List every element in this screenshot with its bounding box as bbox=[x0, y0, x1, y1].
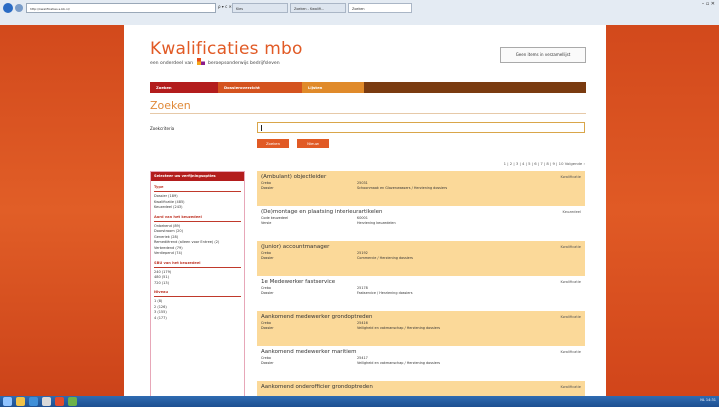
nav-lijsten[interactable]: Lijsten bbox=[302, 82, 364, 93]
filter-option[interactable]: 4 (177) bbox=[154, 316, 241, 322]
result-type: Kwalificatie bbox=[560, 245, 581, 249]
divider bbox=[150, 113, 586, 114]
criteria-label: Zoekcriteria bbox=[150, 126, 175, 131]
filter-section-title: Aard van het keuzedeel bbox=[154, 215, 241, 222]
result-title[interactable]: (Ambulant) objectleider bbox=[261, 173, 581, 181]
sbb-logo-icon bbox=[196, 58, 205, 65]
result-key: Dossier bbox=[261, 326, 274, 330]
result-type: Kwalificatie bbox=[560, 385, 581, 389]
result-type: Keuzedeel bbox=[562, 210, 581, 214]
result-row: Dossier Veiligheid en vakmanschap / Herzi… bbox=[261, 326, 581, 331]
app-icon[interactable] bbox=[42, 397, 51, 406]
text-caret bbox=[261, 125, 262, 131]
filter-option[interactable]: Keuzedeel (243) bbox=[154, 205, 241, 211]
subtitle-suffix: beroepsonderwijs bedrijfsleven bbox=[207, 61, 280, 66]
result-item[interactable]: (Ambulant) objectleider Kwalificatie Cre… bbox=[257, 171, 585, 206]
window-controls[interactable]: – ▫ ✕ bbox=[702, 1, 715, 7]
subtitle-prefix: een onderdeel van bbox=[150, 61, 194, 66]
filter-option[interactable]: Verdiepend (74) bbox=[154, 251, 241, 257]
start-button-icon[interactable] bbox=[3, 397, 12, 406]
result-title[interactable]: (De)montage en plaatsing interieurartike… bbox=[261, 208, 581, 216]
result-item[interactable]: (De)montage en plaatsing interieurartike… bbox=[257, 206, 585, 241]
result-key: Dossier bbox=[261, 361, 274, 365]
main-nav: Zoeken Dossieroverzicht Lijsten bbox=[150, 82, 586, 93]
system-clock[interactable]: NL 14:31 bbox=[700, 398, 716, 402]
background-right bbox=[606, 25, 719, 396]
pagination[interactable]: 1 | 2 | 3 | 4 | 5 | 6 | 7 | 8 | 9 | 10 V… bbox=[424, 161, 585, 166]
filter-section-title: SBU van het keuzedeel bbox=[154, 261, 241, 268]
filter-heading: Selecteer uw verfijningsopties bbox=[151, 172, 244, 181]
filter-option[interactable]: 720 (13) bbox=[154, 281, 241, 287]
address-controls[interactable]: ρ ▾ c ✕ bbox=[218, 4, 232, 9]
result-item[interactable]: Aankomend medewerker maritiem Kwalificat… bbox=[257, 346, 585, 381]
results-list: (Ambulant) objectleider Kwalificatie Cre… bbox=[257, 171, 585, 396]
result-item[interactable]: 1e Medewerker fastservice Kwalificatie C… bbox=[257, 276, 585, 311]
taskbar: NL 14:31 bbox=[0, 396, 719, 407]
result-value: Commercie / Herziening dossiers bbox=[357, 256, 413, 260]
filter-section-title: Type bbox=[154, 185, 241, 192]
page: Kwalificaties mbo een onderdeel van bero… bbox=[124, 25, 606, 396]
filter-section-type: Type Dossier (189) Kwalificatie (485) Ke… bbox=[154, 185, 241, 211]
result-row: Dossier Schoonmaak en Glazenwassers / Her… bbox=[261, 186, 581, 191]
search-input[interactable] bbox=[257, 122, 585, 133]
result-value: Veiligheid en vakmanschap / Herziening d… bbox=[357, 326, 440, 330]
result-value: Herziening keuzedelen bbox=[357, 221, 396, 225]
result-row: Dossier Veiligheid en vakmanschap / Herzi… bbox=[261, 361, 581, 366]
forward-icon[interactable] bbox=[15, 4, 23, 12]
result-type: Kwalificatie bbox=[560, 350, 581, 354]
app-icon[interactable] bbox=[68, 397, 77, 406]
result-value: Veiligheid en vakmanschap / Herziening d… bbox=[357, 361, 440, 365]
filter-section-title: Niveau bbox=[154, 290, 241, 297]
result-key: Versie bbox=[261, 221, 272, 225]
result-row: Dossier Fastservice / Herziening dossiers bbox=[261, 291, 581, 296]
site-title[interactable]: Kwalificaties mbo bbox=[150, 39, 303, 59]
app-icon[interactable] bbox=[55, 397, 64, 406]
browser-tab[interactable]: Zoeken - Kwalifi... bbox=[290, 3, 346, 13]
result-item[interactable]: Aankomend onderofficier grondoptreden Kw… bbox=[257, 381, 585, 396]
site-subtitle: een onderdeel van beroepsonderwijs bedri… bbox=[150, 58, 280, 66]
browser-toolbar: http://kwalificaties.s-bb.nl/ ρ ▾ c ✕ Ki… bbox=[0, 0, 719, 26]
result-key: Dossier bbox=[261, 256, 274, 260]
address-bar[interactable]: http://kwalificaties.s-bb.nl/ bbox=[26, 3, 216, 13]
explorer-icon[interactable] bbox=[16, 397, 25, 406]
filter-section-aard: Aard van het keuzedeel Onbekend (89) Doo… bbox=[154, 215, 241, 257]
search-button[interactable]: Zoeken bbox=[257, 139, 289, 148]
result-key: Dossier bbox=[261, 291, 274, 295]
reset-button[interactable]: Nieuw bbox=[297, 139, 329, 148]
result-item[interactable]: Aankomend medewerker grondoptreden Kwali… bbox=[257, 311, 585, 346]
ie-icon[interactable] bbox=[29, 397, 38, 406]
nav-zoeken[interactable]: Zoeken bbox=[150, 82, 218, 93]
background-left bbox=[0, 25, 124, 396]
result-value: Schoonmaak en Glazenwassers / Herziening… bbox=[357, 186, 448, 190]
result-row: Dossier Commercie / Herziening dossiers bbox=[261, 256, 581, 261]
result-title[interactable]: Aankomend medewerker grondoptreden bbox=[261, 313, 581, 321]
filter-sidebar: Selecteer uw verfijningsopties Type Doss… bbox=[150, 171, 245, 396]
result-type: Kwalificatie bbox=[560, 280, 581, 284]
filter-section-sbu: SBU van het keuzedeel 240 (179) 480 (51)… bbox=[154, 261, 241, 287]
result-title[interactable]: (Junior) accountmanager bbox=[261, 243, 581, 251]
browser-tab-active[interactable]: Zoeken bbox=[348, 3, 412, 13]
result-row: Versie Herziening keuzedelen bbox=[261, 221, 581, 226]
result-value: Fastservice / Herziening dossiers bbox=[357, 291, 413, 295]
result-type: Kwalificatie bbox=[560, 175, 581, 179]
result-title[interactable]: Aankomend onderofficier grondoptreden bbox=[261, 383, 581, 391]
result-type: Kwalificatie bbox=[560, 315, 581, 319]
back-icon[interactable] bbox=[3, 3, 13, 13]
result-title[interactable]: Aankomend medewerker maritiem bbox=[261, 348, 581, 356]
collection-button[interactable]: Geen items in verzamellijst bbox=[500, 47, 586, 63]
result-title[interactable]: 1e Medewerker fastservice bbox=[261, 278, 581, 286]
result-key: Dossier bbox=[261, 186, 274, 190]
page-title: Zoeken bbox=[150, 99, 191, 112]
browser-tab[interactable]: Kies bbox=[232, 3, 288, 13]
filter-section-niveau: Niveau 1 (8) 2 (126) 3 (155) 4 (177) bbox=[154, 290, 241, 321]
nav-dossieroverzicht[interactable]: Dossieroverzicht bbox=[218, 82, 302, 93]
result-item[interactable]: (Junior) accountmanager Kwalificatie Cre… bbox=[257, 241, 585, 276]
